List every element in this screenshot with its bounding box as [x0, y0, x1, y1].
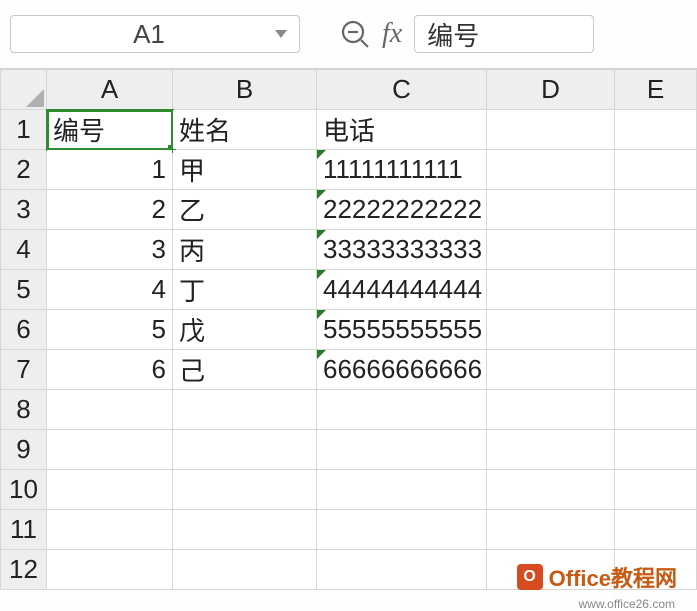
cell-D10[interactable] [487, 470, 615, 510]
watermark: O Office教程网 [517, 561, 677, 593]
cell-B1[interactable]: 姓名 [173, 110, 317, 150]
col-header-C[interactable]: C [317, 70, 487, 110]
cell-E11[interactable] [615, 510, 697, 550]
cell-C8[interactable] [317, 390, 487, 430]
cell-A11[interactable] [47, 510, 173, 550]
cell-D11[interactable] [487, 510, 615, 550]
select-all-corner[interactable] [1, 70, 47, 110]
row-header[interactable]: 8 [1, 390, 47, 430]
row-header[interactable]: 1 [1, 110, 47, 150]
cell-C10[interactable] [317, 470, 487, 510]
watermark-badge-icon: O [517, 564, 543, 590]
cell-B11[interactable] [173, 510, 317, 550]
cell-E6[interactable] [615, 310, 697, 350]
name-box[interactable]: A1 [10, 15, 300, 53]
formula-toolbar: A1 fx 编号 [0, 0, 697, 69]
row-header[interactable]: 5 [1, 270, 47, 310]
cell-A6[interactable]: 5 [47, 310, 173, 350]
col-header-E[interactable]: E [615, 70, 697, 110]
cell-C12[interactable] [317, 550, 487, 590]
zoom-icon[interactable] [340, 19, 370, 49]
cell-E4[interactable] [615, 230, 697, 270]
row-header[interactable]: 11 [1, 510, 47, 550]
cell-C4[interactable]: 33333333333 [317, 230, 487, 270]
fx-area: fx 编号 [340, 15, 687, 53]
cell-B2[interactable]: 甲 [173, 150, 317, 190]
cell-C7[interactable]: 66666666666 [317, 350, 487, 390]
cell-A9[interactable] [47, 430, 173, 470]
watermark-url: www.office26.com [579, 597, 676, 611]
cell-B3[interactable]: 乙 [173, 190, 317, 230]
cell-D9[interactable] [487, 430, 615, 470]
cell-B9[interactable] [173, 430, 317, 470]
row-header[interactable]: 4 [1, 230, 47, 270]
fx-icon[interactable]: fx [382, 18, 402, 50]
cell-A5[interactable]: 4 [47, 270, 173, 310]
cell-A2[interactable]: 1 [47, 150, 173, 190]
cell-E1[interactable] [615, 110, 697, 150]
name-box-value: A1 [23, 19, 275, 50]
cell-D8[interactable] [487, 390, 615, 430]
row-header[interactable]: 3 [1, 190, 47, 230]
col-header-D[interactable]: D [487, 70, 615, 110]
cell-B5[interactable]: 丁 [173, 270, 317, 310]
cell-A1[interactable]: 编号 [47, 110, 173, 150]
cell-B7[interactable]: 己 [173, 350, 317, 390]
cell-C3[interactable]: 22222222222 [317, 190, 487, 230]
cell-D2[interactable] [487, 150, 615, 190]
cell-C6[interactable]: 55555555555 [317, 310, 487, 350]
cell-C9[interactable] [317, 430, 487, 470]
cell-D3[interactable] [487, 190, 615, 230]
cell-B10[interactable] [173, 470, 317, 510]
formula-bar[interactable]: 编号 [414, 15, 594, 53]
chevron-down-icon [275, 30, 287, 38]
cell-C2[interactable]: 11111111111 [317, 150, 487, 190]
cell-E2[interactable] [615, 150, 697, 190]
formula-bar-value: 编号 [427, 16, 479, 53]
cell-E9[interactable] [615, 430, 697, 470]
cell-D5[interactable] [487, 270, 615, 310]
col-header-B[interactable]: B [173, 70, 317, 110]
cell-E3[interactable] [615, 190, 697, 230]
cell-C11[interactable] [317, 510, 487, 550]
cell-A12[interactable] [47, 550, 173, 590]
cell-B12[interactable] [173, 550, 317, 590]
watermark-brand: Office教程网 [549, 561, 677, 593]
cell-D6[interactable] [487, 310, 615, 350]
col-header-A[interactable]: A [47, 70, 173, 110]
row-header[interactable]: 6 [1, 310, 47, 350]
cell-B4[interactable]: 丙 [173, 230, 317, 270]
cell-A8[interactable] [47, 390, 173, 430]
row-header[interactable]: 12 [1, 550, 47, 590]
cell-D1[interactable] [487, 110, 615, 150]
row-header[interactable]: 9 [1, 430, 47, 470]
cell-B6[interactable]: 戊 [173, 310, 317, 350]
cell-E8[interactable] [615, 390, 697, 430]
cell-A4[interactable]: 3 [47, 230, 173, 270]
cell-E7[interactable] [615, 350, 697, 390]
spreadsheet-grid[interactable]: A B C D E 1 编号 姓名 电话 2 1 甲 11111111111 3… [0, 69, 697, 590]
cell-A10[interactable] [47, 470, 173, 510]
cell-E5[interactable] [615, 270, 697, 310]
cell-D7[interactable] [487, 350, 615, 390]
row-header[interactable]: 7 [1, 350, 47, 390]
cell-A7[interactable]: 6 [47, 350, 173, 390]
cell-B8[interactable] [173, 390, 317, 430]
row-header[interactable]: 10 [1, 470, 47, 510]
cell-D4[interactable] [487, 230, 615, 270]
cell-C5[interactable]: 44444444444 [317, 270, 487, 310]
row-header[interactable]: 2 [1, 150, 47, 190]
cell-C1[interactable]: 电话 [317, 110, 487, 150]
cell-E10[interactable] [615, 470, 697, 510]
cell-A3[interactable]: 2 [47, 190, 173, 230]
